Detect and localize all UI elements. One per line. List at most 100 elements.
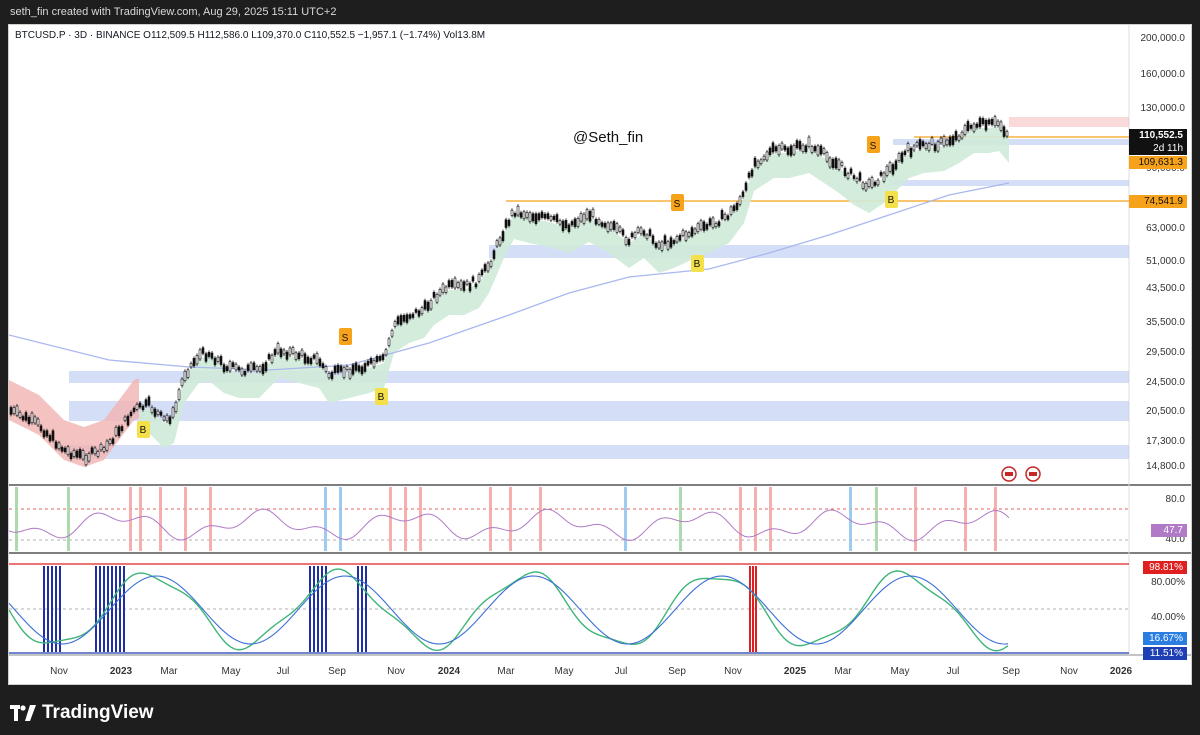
stoch-oversold-bar: [361, 566, 363, 652]
candle-body: [132, 407, 136, 412]
candle-body: [198, 349, 202, 360]
candle-body: [906, 143, 910, 151]
candle-body: [369, 358, 373, 364]
candle-body: [399, 315, 403, 325]
candle-body: [852, 175, 856, 179]
candle-body: [621, 229, 625, 236]
time-tick: Sep: [1002, 666, 1020, 677]
candle-body: [738, 196, 742, 205]
chart-frame[interactable]: B B B B S S S BTCUSD.P · 3D · BINANCE O112,509…: [8, 24, 1192, 685]
candle-body: [981, 118, 985, 125]
chart-canvas[interactable]: B B B B S S S: [9, 25, 1192, 685]
candle-body: [321, 363, 325, 369]
candle-body: [672, 240, 676, 244]
stoch-oversold-bar: [95, 566, 97, 652]
candle-body: [951, 135, 955, 145]
candle-body: [870, 177, 874, 188]
candle-body: [408, 314, 412, 319]
rsi-signal-bar: [875, 487, 878, 551]
stoch-overbought-bar: [749, 566, 751, 652]
candle-body: [699, 220, 703, 230]
symbol-title[interactable]: BTCUSD.P · 3D · BINANCE: [15, 30, 140, 41]
candle-body: [453, 277, 457, 289]
tradingview-logo[interactable]: TradingView: [10, 702, 154, 724]
candle-body: [690, 227, 694, 237]
candle-body: [261, 363, 265, 375]
stoch-oversold-bar: [107, 566, 109, 652]
moving-average-line: [9, 182, 1010, 371]
candle-body: [336, 364, 340, 373]
candle-body: [537, 213, 541, 221]
candle-body: [849, 168, 853, 174]
candle-body: [102, 447, 106, 452]
rsi-signal-bar: [389, 487, 392, 551]
rsi-axis-80: 80.0: [1165, 494, 1185, 505]
candle-body: [960, 131, 964, 139]
candle-body: [885, 165, 889, 176]
candle-body: [42, 430, 46, 438]
candle-body: [660, 241, 664, 251]
level-label-2: 74,541.9: [1129, 195, 1187, 208]
rsi-signal-bar: [209, 487, 212, 551]
rsi-signal-bar: [964, 487, 967, 551]
candle-body: [834, 157, 838, 169]
candle-body: [813, 146, 817, 152]
candle-body: [330, 372, 334, 380]
candle-body: [579, 213, 583, 222]
candle-body: [435, 294, 439, 303]
candle-body: [867, 179, 871, 187]
time-tick: Jul: [614, 666, 628, 677]
candle-body: [924, 143, 928, 149]
candle-body: [990, 119, 994, 125]
candle-body: [543, 213, 547, 219]
candle-body: [270, 354, 274, 363]
candle-body: [762, 155, 766, 160]
candle-body: [645, 234, 649, 239]
candle-body: [141, 405, 145, 411]
sell-signal-label: S: [674, 199, 681, 210]
candle-body: [747, 172, 751, 178]
candle-body: [993, 116, 997, 127]
candle-body: [282, 349, 286, 355]
candle-body: [561, 220, 565, 232]
candle-body: [225, 366, 229, 372]
candle-body: [534, 213, 538, 224]
candle-body: [393, 321, 397, 327]
candle-body: [828, 157, 832, 168]
time-tick: Nov: [724, 666, 742, 677]
candle-body: [921, 141, 925, 147]
candle-body: [591, 208, 595, 217]
rsi-signal-bar: [489, 487, 492, 551]
candle-body: [348, 368, 352, 379]
time-tick: May: [890, 666, 910, 677]
candle-body: [816, 145, 820, 156]
candle-body: [216, 356, 220, 362]
candle-body: [294, 352, 298, 360]
candle-body: [774, 146, 778, 152]
candle-body: [519, 212, 523, 218]
candle-body: [876, 179, 880, 186]
stoch-d-label: 11.51%: [1143, 647, 1187, 660]
candle-body: [846, 173, 850, 179]
time-tick: 2024: [437, 666, 461, 677]
candle-body: [60, 446, 64, 452]
candle-body: [831, 158, 835, 168]
price-tick: 200,000.0: [1140, 33, 1186, 44]
candle-body: [855, 178, 859, 183]
time-tick: Jul: [946, 666, 960, 677]
candle-body: [573, 218, 577, 227]
candle-body: [444, 286, 448, 293]
candle-body: [765, 151, 769, 161]
price-tick: 63,000.0: [1146, 223, 1185, 234]
candle-body: [195, 355, 199, 365]
candle-body: [21, 416, 25, 421]
tradingview-logo-icon: [10, 705, 36, 721]
time-tick: Mar: [497, 666, 515, 677]
candle-body: [72, 450, 76, 457]
candle-body: [351, 364, 355, 375]
candle-body: [756, 160, 760, 168]
candle-body: [693, 228, 697, 234]
candle-body: [633, 232, 637, 238]
candle-body: [120, 426, 124, 432]
candle-body: [324, 366, 328, 372]
